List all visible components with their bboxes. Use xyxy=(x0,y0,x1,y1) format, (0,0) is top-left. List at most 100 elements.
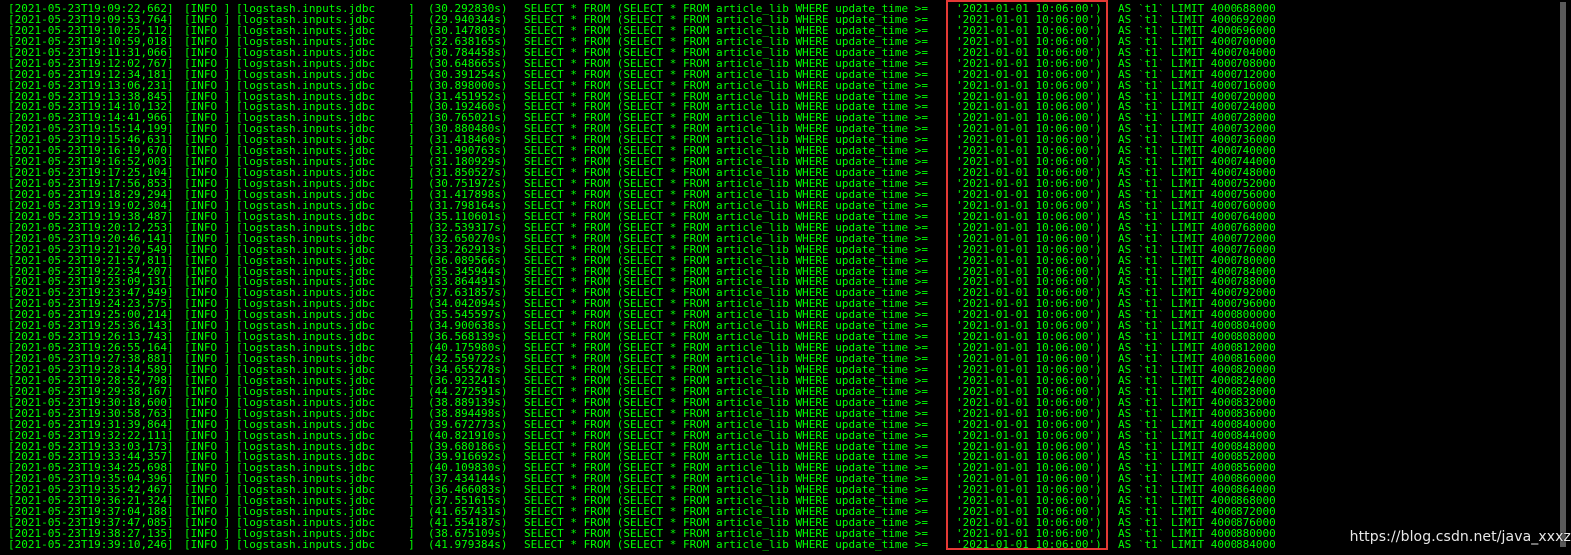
log-level: [INFO ] xyxy=(184,463,231,475)
log-offset: 776000 xyxy=(1236,244,1276,256)
log-query-suffix: AS `t1` LIMIT 4000 OFFSET xyxy=(1118,91,1236,103)
log-offset: 784000 xyxy=(1236,266,1276,278)
log-plugin: [logstash.inputs.jdbc ] xyxy=(236,146,415,158)
log-offset: 880000 xyxy=(1236,529,1276,540)
log-query-suffix: AS `t1` LIMIT 4000 OFFSET xyxy=(1118,452,1236,464)
log-duration: (42.559722s) xyxy=(428,354,508,365)
terminal-window[interactable]: [2021-05-23T19:09:22,662] [INFO ] [logstas… xyxy=(0,0,1571,555)
log-query-prefix: SELECT * FROM (SELECT * FROM article_lib… xyxy=(524,496,928,508)
log-timestamp: [2021-05-23T19:39:10,246] xyxy=(8,539,174,551)
log-line: [2021-05-23T19:12:02,767] [INFO ] [logstas… xyxy=(8,59,1553,70)
log-query-prefix: SELECT * FROM (SELECT * FROM article_lib… xyxy=(524,452,928,464)
log-query-prefix: SELECT * FROM (SELECT * FROM article_lib… xyxy=(524,200,928,212)
log-line: [2021-05-23T19:30:18,600] [INFO ] [logstas… xyxy=(8,398,1553,409)
log-line: [2021-05-23T19:39:10,246] [INFO ] [logstas… xyxy=(8,540,1553,551)
log-duration: (39.672773s) xyxy=(428,419,508,431)
log-query-prefix: SELECT * FROM (SELECT * FROM article_lib… xyxy=(524,135,928,147)
log-query-suffix: AS `t1` LIMIT 4000 OFFSET xyxy=(1118,364,1236,376)
log-plugin: [logstash.inputs.jdbc ] xyxy=(236,539,415,551)
log-plugin: [logstash.inputs.jdbc ] xyxy=(236,485,415,497)
log-query-prefix: SELECT * FROM (SELECT * FROM article_lib… xyxy=(524,441,928,453)
log-plugin: [logstash.inputs.jdbc ] xyxy=(236,529,415,540)
log-query-prefix: SELECT * FROM (SELECT * FROM article_lib… xyxy=(524,146,928,158)
log-duration: (31.990763s) xyxy=(428,146,508,158)
log-line: [2021-05-23T19:14:10,132] [INFO ] [logstas… xyxy=(8,102,1553,113)
log-timestamp: [2021-05-23T19:26:13,743] xyxy=(8,332,174,344)
log-query-prefix: SELECT * FROM (SELECT * FROM article_lib… xyxy=(524,211,928,223)
log-level: [INFO ] xyxy=(184,507,231,519)
log-query-prefix: SELECT * FROM (SELECT * FROM article_lib… xyxy=(524,69,928,81)
log-offset: 796000 xyxy=(1236,299,1276,311)
log-timestamp: [2021-05-23T19:26:55,164] xyxy=(8,343,174,355)
log-offset: 872000 xyxy=(1236,507,1276,519)
log-duration: (33.864491s) xyxy=(428,277,508,289)
log-duration: (30.147803s) xyxy=(428,25,508,37)
log-line: [2021-05-23T19:28:52,798] [INFO ] [logstas… xyxy=(8,376,1553,387)
scrollbar-thumb[interactable] xyxy=(1560,2,1566,547)
log-plugin: [logstash.inputs.jdbc ] xyxy=(236,463,415,475)
log-query-suffix: AS `t1` LIMIT 4000 OFFSET xyxy=(1118,189,1236,201)
log-plugin: [logstash.inputs.jdbc ] xyxy=(236,332,415,344)
log-duration: (41.554187s) xyxy=(428,518,508,530)
log-level: [INFO ] xyxy=(184,452,231,464)
log-query-prefix: SELECT * FROM (SELECT * FROM article_lib… xyxy=(524,397,928,409)
log-query-suffix: AS `t1` LIMIT 4000 OFFSET xyxy=(1118,222,1236,234)
log-line: [2021-05-23T19:33:44,357] [INFO ] [logstas… xyxy=(8,452,1553,463)
log-query-suffix: AS `t1` LIMIT 4000 OFFSET xyxy=(1118,244,1236,256)
log-offset: 836000 xyxy=(1236,408,1276,420)
log-timestamp: [2021-05-23T19:14:41,966] xyxy=(8,113,174,125)
log-query-prefix: SELECT * FROM (SELECT * FROM article_lib… xyxy=(524,233,928,245)
log-plugin: [logstash.inputs.jdbc ] xyxy=(236,91,415,103)
log-level: [INFO ] xyxy=(184,299,231,311)
log-plugin: [logstash.inputs.jdbc ] xyxy=(236,36,415,48)
log-timestamp: [2021-05-23T19:13:38,845] xyxy=(8,91,174,103)
log-query-prefix: SELECT * FROM (SELECT * FROM article_lib… xyxy=(524,539,928,551)
log-line: [2021-05-23T19:15:14,199] [INFO ] [logstas… xyxy=(8,124,1553,135)
log-timestamp: [2021-05-23T19:35:04,396] xyxy=(8,474,174,486)
log-plugin: [logstash.inputs.jdbc ] xyxy=(236,102,415,114)
log-query-prefix: SELECT * FROM (SELECT * FROM article_lib… xyxy=(524,343,928,355)
log-offset: 868000 xyxy=(1236,496,1276,508)
log-line: [2021-05-23T19:17:25,104] [INFO ] [logstas… xyxy=(8,168,1553,179)
log-duration: (30.292830s) xyxy=(428,4,508,15)
log-duration: (37.551615s) xyxy=(428,496,508,508)
log-query-suffix: AS `t1` LIMIT 4000 OFFSET xyxy=(1118,397,1236,409)
log-line: [2021-05-23T19:10:59,018] [INFO ] [logstas… xyxy=(8,37,1553,48)
log-query-suffix: AS `t1` LIMIT 4000 OFFSET xyxy=(1118,485,1236,497)
log-plugin: [logstash.inputs.jdbc ] xyxy=(236,233,415,245)
log-timestamp: [2021-05-23T19:13:06,231] xyxy=(8,80,174,92)
log-plugin: [logstash.inputs.jdbc ] xyxy=(236,364,415,376)
log-plugin: [logstash.inputs.jdbc ] xyxy=(236,4,415,15)
log-line: [2021-05-23T19:09:53,764] [INFO ] [logstas… xyxy=(8,15,1553,26)
log-query-suffix: AS `t1` LIMIT 4000 OFFSET xyxy=(1118,179,1236,190)
log-level: [INFO ] xyxy=(184,255,231,267)
log-timestamp: [2021-05-23T19:37:04,188] xyxy=(8,507,174,519)
log-level: [INFO ] xyxy=(184,288,231,300)
log-duration: (35.345944s) xyxy=(428,266,508,278)
log-plugin: [logstash.inputs.jdbc ] xyxy=(236,386,415,398)
log-plugin: [logstash.inputs.jdbc ] xyxy=(236,474,415,486)
log-timestamp: [2021-05-23T19:25:00,214] xyxy=(8,310,174,322)
log-plugin: [logstash.inputs.jdbc ] xyxy=(236,441,415,453)
log-query-suffix: AS `t1` LIMIT 4000 OFFSET xyxy=(1118,25,1236,37)
log-timestamp: [2021-05-23T19:17:25,104] xyxy=(8,168,174,180)
log-plugin: [logstash.inputs.jdbc ] xyxy=(236,496,415,508)
log-query-suffix: AS `t1` LIMIT 4000 OFFSET xyxy=(1118,4,1236,15)
log-line: [2021-05-23T19:10:25,112] [INFO ] [logstas… xyxy=(8,26,1553,37)
log-query-suffix: AS `t1` LIMIT 4000 OFFSET xyxy=(1118,321,1236,333)
log-duration: (44.272591s) xyxy=(428,386,508,398)
log-line: [2021-05-23T19:19:02,304] [INFO ] [logstas… xyxy=(8,201,1553,212)
log-query-suffix: AS `t1` LIMIT 4000 OFFSET xyxy=(1118,430,1236,442)
log-plugin: [logstash.inputs.jdbc ] xyxy=(236,222,415,234)
log-query-suffix: AS `t1` LIMIT 4000 OFFSET xyxy=(1118,124,1236,136)
log-query-prefix: SELECT * FROM (SELECT * FROM article_lib… xyxy=(524,474,928,486)
log-level: [INFO ] xyxy=(184,189,231,201)
log-duration: (30.192460s) xyxy=(428,102,508,114)
log-plugin: [logstash.inputs.jdbc ] xyxy=(236,25,415,37)
log-line: [2021-05-23T19:09:22,662] [INFO ] [logstas… xyxy=(8,4,1553,15)
log-plugin: [logstash.inputs.jdbc ] xyxy=(236,58,415,70)
log-line: [2021-05-23T19:12:34,181] [INFO ] [logstas… xyxy=(8,70,1553,81)
log-line: [2021-05-23T19:15:46,631] [INFO ] [logstas… xyxy=(8,135,1553,146)
log-query-prefix: SELECT * FROM (SELECT * FROM article_lib… xyxy=(524,80,928,92)
log-line: [2021-05-23T19:35:42,467] [INFO ] [logstas… xyxy=(8,485,1553,496)
